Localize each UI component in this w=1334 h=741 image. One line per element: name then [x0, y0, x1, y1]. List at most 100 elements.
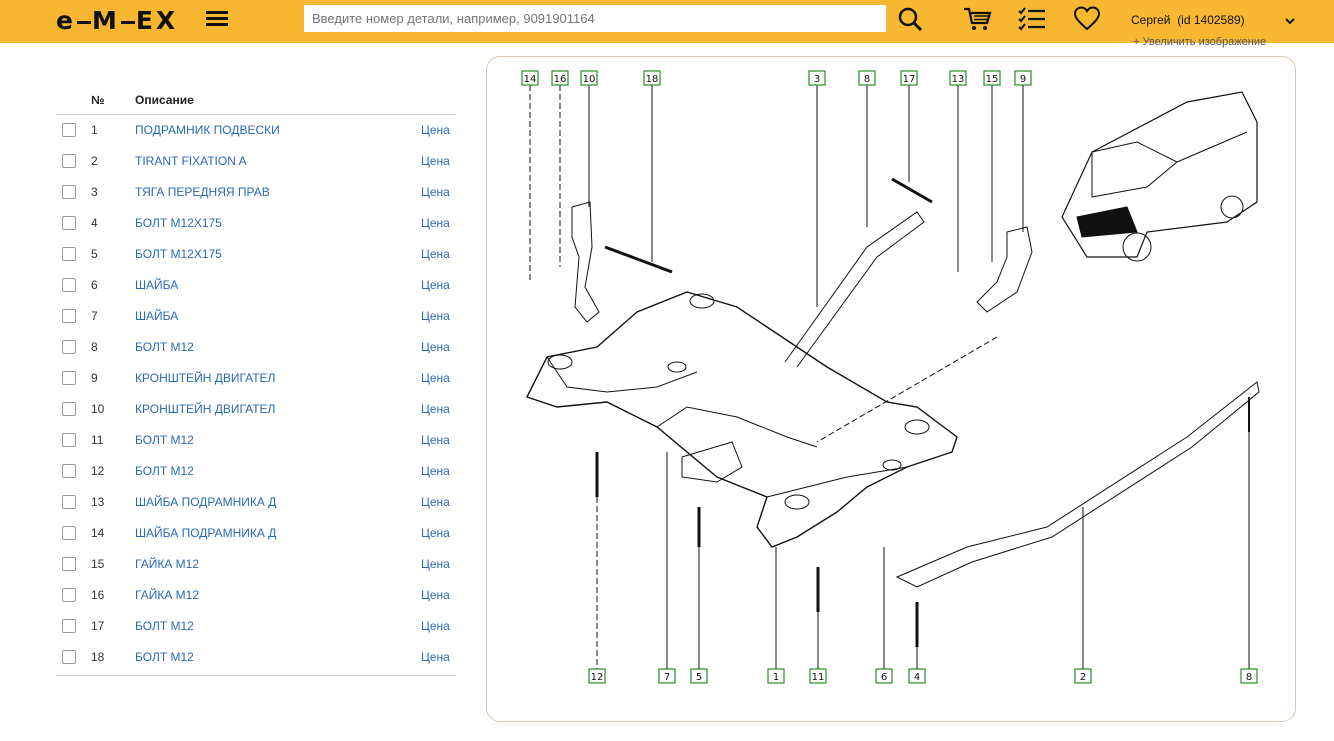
- top-callout[interactable]: 16: [551, 70, 569, 86]
- bottom-callout[interactable]: 5: [690, 668, 708, 684]
- price-link[interactable]: Цена: [421, 154, 450, 168]
- user-menu[interactable]: Сергей (id 1402589): [1131, 13, 1245, 27]
- callout-number: 17: [903, 74, 916, 85]
- search-icon[interactable]: [896, 5, 926, 33]
- bottom-callout[interactable]: 6: [875, 668, 893, 684]
- table-header: № Описание: [56, 84, 456, 115]
- row-checkbox[interactable]: [62, 340, 76, 354]
- row-checkbox[interactable]: [62, 588, 76, 602]
- row-checkbox[interactable]: [62, 309, 76, 323]
- heart-icon[interactable]: [1073, 5, 1103, 33]
- row-checkbox[interactable]: [62, 123, 76, 137]
- row-checkbox[interactable]: [62, 185, 76, 199]
- row-checkbox[interactable]: [62, 216, 76, 230]
- price-link[interactable]: Цена: [421, 433, 450, 447]
- search-input[interactable]: [304, 5, 886, 32]
- top-callout[interactable]: 13: [949, 70, 967, 86]
- part-description-link[interactable]: ШАЙБА ПОДРАМНИКА Д: [135, 495, 276, 509]
- top-callout[interactable]: 18: [643, 70, 661, 86]
- table-row: 10 КРОНШТЕЙН ДВИГАТЕЛ Цена: [56, 394, 456, 425]
- row-checkbox[interactable]: [62, 371, 76, 385]
- part-description-link[interactable]: ГАЙКА M12: [135, 557, 199, 571]
- price-link[interactable]: Цена: [421, 278, 450, 292]
- top-callout[interactable]: 8: [858, 70, 876, 86]
- price-link[interactable]: Цена: [421, 464, 450, 478]
- top-callout[interactable]: 15: [983, 70, 1001, 86]
- zoom-image-link[interactable]: + Увеличить изображение: [1133, 36, 1266, 48]
- top-callout[interactable]: 9: [1014, 70, 1032, 86]
- callout-number: 10: [583, 74, 596, 85]
- part-description-link[interactable]: ШАЙБА ПОДРАМНИКА Д: [135, 526, 276, 540]
- part-description-link[interactable]: ПОДРАМНИК ПОДВЕСКИ: [135, 123, 280, 137]
- price-link[interactable]: Цена: [421, 526, 450, 540]
- part-description-link[interactable]: БОЛТ M12: [135, 650, 194, 664]
- row-checkbox[interactable]: [62, 557, 76, 571]
- part-description-link[interactable]: ТЯГА ПЕРЕДНЯЯ ПРАВ: [135, 185, 270, 199]
- bottom-callout[interactable]: 1: [767, 668, 785, 684]
- row-checkbox[interactable]: [62, 495, 76, 509]
- callout-number: 8: [864, 74, 870, 85]
- price-link[interactable]: Цена: [421, 619, 450, 633]
- checklist-icon[interactable]: [1017, 5, 1047, 33]
- part-description-link[interactable]: БОЛТ M12: [135, 619, 194, 633]
- table-row: 5 БОЛТ M12X175 Цена: [56, 239, 456, 270]
- price-link[interactable]: Цена: [421, 247, 450, 261]
- chevron-down-icon[interactable]: [1284, 14, 1296, 32]
- part-description-link[interactable]: БОЛТ M12: [135, 433, 194, 447]
- table-row: 15 ГАЙКА M12 Цена: [56, 549, 456, 580]
- price-link[interactable]: Цена: [421, 650, 450, 664]
- row-checkbox[interactable]: [62, 464, 76, 478]
- bottom-callout[interactable]: 11: [809, 668, 827, 684]
- table-row: 6 ШАЙБА Цена: [56, 270, 456, 301]
- row-checkbox[interactable]: [62, 650, 76, 664]
- part-description-link[interactable]: КРОНШТЕЙН ДВИГАТЕЛ: [135, 371, 275, 385]
- price-link[interactable]: Цена: [421, 123, 450, 137]
- top-callout[interactable]: 17: [900, 70, 918, 86]
- price-link[interactable]: Цена: [421, 216, 450, 230]
- part-description-link[interactable]: БОЛТ M12: [135, 464, 194, 478]
- top-callout[interactable]: 10: [580, 70, 598, 86]
- row-checkbox[interactable]: [62, 619, 76, 633]
- row-number: 7: [91, 309, 98, 323]
- part-description-link[interactable]: БОЛТ M12X175: [135, 247, 222, 261]
- parts-diagram[interactable]: 14 16 10 18 3 8 17 13 15 9 12 7 5 1 11 6 4 2 8: [486, 56, 1296, 722]
- part-description-link[interactable]: TIRANT FIXATION A: [135, 154, 247, 168]
- callout-number: 1: [773, 672, 779, 683]
- subframe-drawing: 14 16 10 18 3 8 17 13 15 9 12 7 5 1 11 6 4 2 8: [521, 70, 1260, 684]
- cart-icon[interactable]: [962, 5, 992, 33]
- row-checkbox[interactable]: [62, 433, 76, 447]
- table-row: 11 БОЛТ M12 Цена: [56, 425, 456, 456]
- bottom-callout[interactable]: 8: [1240, 668, 1258, 684]
- table-row: 2 TIRANT FIXATION A Цена: [56, 146, 456, 177]
- bottom-callout[interactable]: 4: [908, 668, 926, 684]
- parts-table: № Описание 1 ПОДРАМНИК ПОДВЕСКИ Цена 2 TIRAN…: [56, 84, 456, 676]
- part-description-link[interactable]: БОЛТ M12: [135, 340, 194, 354]
- part-description-link[interactable]: БОЛТ M12X175: [135, 216, 222, 230]
- bottom-callout[interactable]: 12: [588, 668, 606, 684]
- part-description-link[interactable]: КРОНШТЕЙН ДВИГАТЕЛ: [135, 402, 275, 416]
- row-checkbox[interactable]: [62, 278, 76, 292]
- top-callout[interactable]: 14: [521, 70, 539, 86]
- part-description-link[interactable]: ГАЙКА M12: [135, 588, 199, 602]
- row-checkbox[interactable]: [62, 526, 76, 540]
- row-number: 2: [91, 154, 98, 168]
- bottom-callout[interactable]: 2: [1074, 668, 1092, 684]
- row-checkbox[interactable]: [62, 402, 76, 416]
- row-checkbox[interactable]: [62, 154, 76, 168]
- price-link[interactable]: Цена: [421, 402, 450, 416]
- row-checkbox[interactable]: [62, 247, 76, 261]
- price-link[interactable]: Цена: [421, 371, 450, 385]
- price-link[interactable]: Цена: [421, 185, 450, 199]
- price-link[interactable]: Цена: [421, 557, 450, 571]
- menu-icon[interactable]: [206, 8, 228, 30]
- part-description-link[interactable]: ШАЙБА: [135, 278, 178, 292]
- emex-logo[interactable]: e M EX: [56, 6, 178, 35]
- bottom-callout[interactable]: 7: [658, 668, 676, 684]
- top-callout[interactable]: 3: [808, 70, 826, 86]
- table-row: 18 БОЛТ M12 Цена: [56, 642, 456, 673]
- price-link[interactable]: Цена: [421, 340, 450, 354]
- part-description-link[interactable]: ШАЙБА: [135, 309, 178, 323]
- price-link[interactable]: Цена: [421, 588, 450, 602]
- price-link[interactable]: Цена: [421, 309, 450, 323]
- price-link[interactable]: Цена: [421, 495, 450, 509]
